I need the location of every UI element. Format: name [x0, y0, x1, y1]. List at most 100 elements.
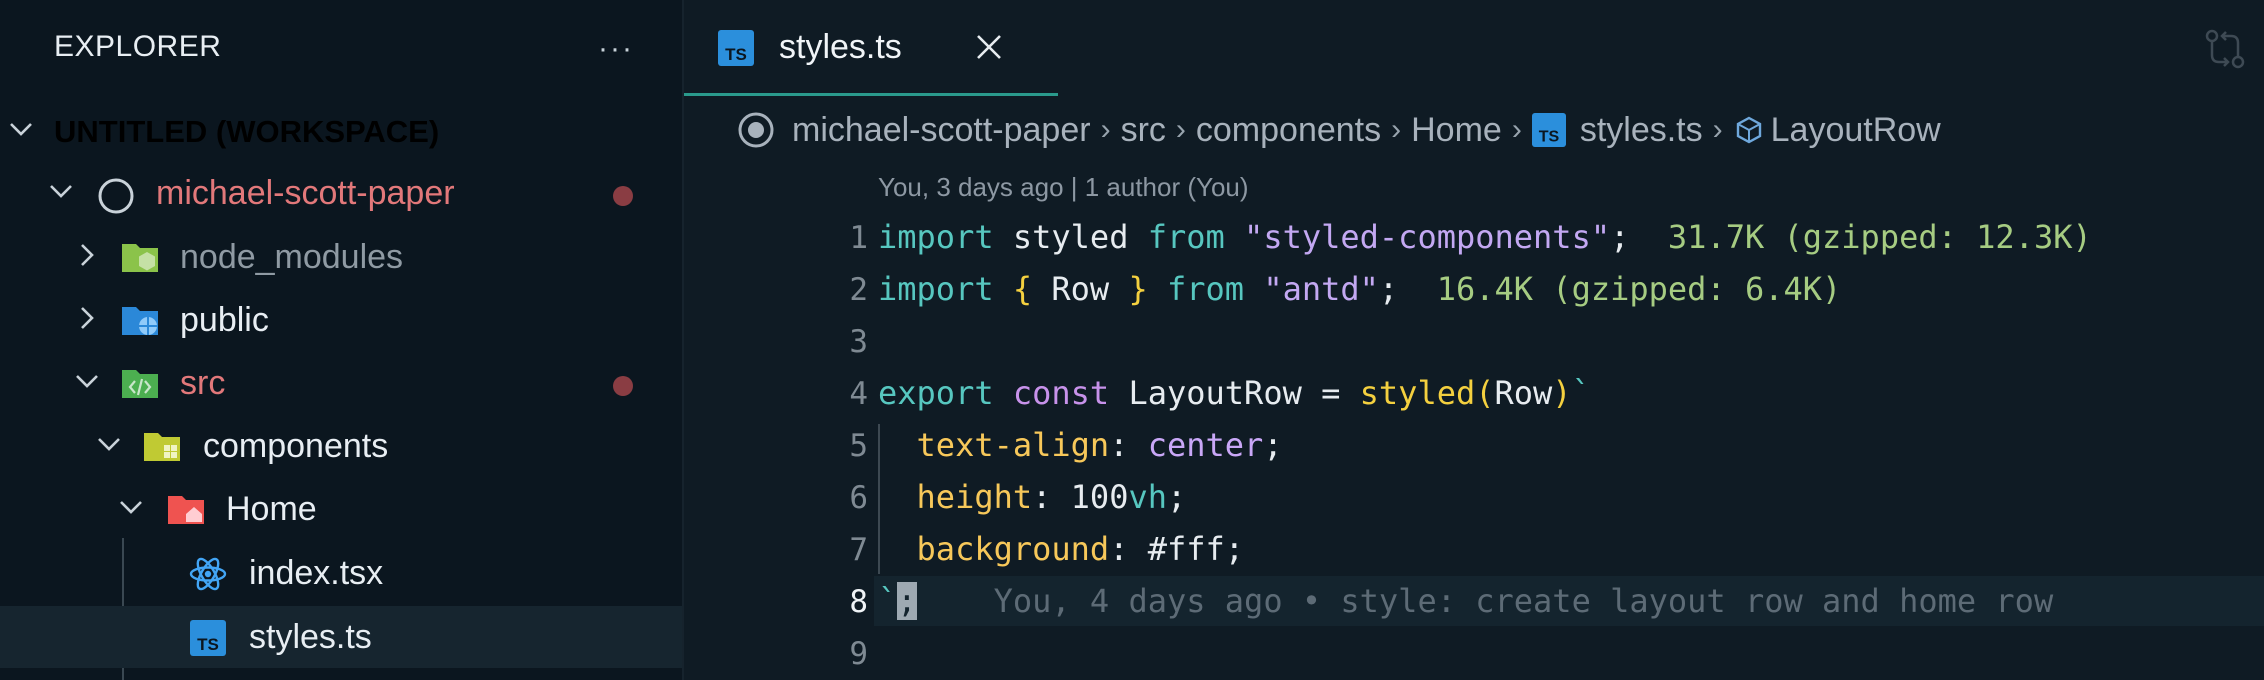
code-token: from: [1166, 270, 1245, 308]
tree-label: components: [203, 427, 389, 465]
tree-item-src[interactable]: src: [0, 352, 682, 414]
folder-components-icon: [142, 427, 182, 465]
breadcrumb-item[interactable]: styles.ts: [1580, 111, 1703, 150]
line-number: 9: [849, 636, 868, 672]
explorer-panel: EXPLORER ··· UNTITLED (WORKSPACE) michae…: [0, 0, 684, 680]
code-token: :: [1109, 426, 1148, 464]
more-actions-icon[interactable]: ···: [598, 32, 634, 66]
breadcrumb-item[interactable]: LayoutRow: [1771, 111, 1941, 150]
line-number: 7: [849, 532, 868, 568]
code-token: #fff: [1147, 530, 1225, 568]
code-token: ;: [1610, 218, 1630, 256]
line-number: 2: [849, 272, 868, 308]
compare-changes-icon[interactable]: [2202, 26, 2248, 72]
code-line-7[interactable]: background: #fff;: [878, 530, 1245, 568]
code-token: {: [1012, 270, 1033, 308]
modified-dot: [613, 376, 633, 396]
chevron-down-icon: [116, 492, 146, 522]
code-token: :: [1109, 530, 1148, 568]
breadcrumb-item[interactable]: michael-scott-paper: [792, 111, 1091, 150]
git-blame-annotation: You, 4 days ago • style: create layout r…: [993, 582, 2054, 620]
folder-home-icon: [166, 490, 206, 528]
code-token: `: [1571, 374, 1591, 412]
tree-item-workspace[interactable]: UNTITLED (WORKSPACE): [0, 100, 682, 162]
explorer-title: EXPLORER: [54, 30, 222, 63]
code-line-6[interactable]: height: 100vh;: [878, 478, 1187, 516]
chevron-right-icon: ›: [1175, 113, 1186, 146]
line-number: 8: [849, 584, 868, 620]
breadcrumb-item[interactable]: Home: [1411, 111, 1502, 150]
tree-item-components[interactable]: components: [0, 415, 682, 477]
symbol-variable-icon: [1733, 114, 1765, 146]
line-number: 6: [849, 480, 868, 516]
svg-text:TS: TS: [725, 45, 747, 64]
tree-item-styles-ts[interactable]: TS styles.ts: [0, 606, 682, 668]
tree-item-home[interactable]: Home: [0, 478, 682, 540]
tab-bar: TS styles.ts: [684, 0, 2264, 98]
repo-circle-icon: [96, 176, 136, 214]
chevron-right-icon: [72, 303, 102, 333]
code-token: (: [1475, 374, 1495, 412]
code-token: from: [1147, 218, 1225, 256]
code-token: vh: [1128, 478, 1167, 516]
code-line-8[interactable]: `; You, 4 days ago • style: create layou…: [878, 582, 2053, 620]
code-line-2[interactable]: import { Row } from "antd"; 16.4K (gzipp…: [878, 270, 1841, 308]
code-token: ;: [1378, 270, 1399, 308]
chevron-right-icon: ›: [1391, 113, 1402, 146]
code-token: background: [916, 530, 1110, 568]
folder-public-icon: [120, 301, 160, 339]
code-line-4[interactable]: export const LayoutRow = styled(Row)`: [878, 374, 1591, 412]
code-token: :: [1032, 478, 1071, 516]
breadcrumb-item[interactable]: src: [1121, 111, 1166, 150]
code-token: export: [878, 374, 994, 412]
line-number: 4: [849, 376, 868, 412]
chevron-right-icon: ›: [1100, 113, 1111, 146]
code-token: }: [1128, 270, 1148, 308]
tab-styles-ts[interactable]: TS styles.ts: [684, 0, 1058, 96]
code-token: ): [1552, 374, 1572, 412]
line-number: 3: [849, 324, 868, 360]
code-token: `: [878, 582, 898, 620]
tree-label: styles.ts: [249, 618, 372, 656]
tree-item-index-tsx[interactable]: index.tsx: [0, 542, 682, 604]
tree-label: index.tsx: [249, 554, 384, 592]
tree-label: michael-scott-paper: [156, 174, 455, 212]
close-icon[interactable]: [972, 30, 1006, 64]
svg-text:TS: TS: [197, 635, 219, 654]
code-token: styled: [1359, 374, 1476, 412]
code-line-1[interactable]: import styled from "styled-components"; …: [878, 218, 2092, 256]
tree-label: Home: [226, 490, 317, 528]
code-token: LayoutRow =: [1109, 374, 1360, 412]
code-token: "antd": [1263, 270, 1379, 308]
breadcrumb-item[interactable]: components: [1196, 111, 1381, 150]
chevron-right-icon: [72, 240, 102, 270]
editor-area: TS styles.ts michael-scott-paper › src ›…: [684, 0, 2264, 680]
typescript-file-icon: TS: [718, 30, 754, 66]
code-token: center: [1147, 426, 1264, 464]
import-cost-hint: 16.4K (gzipped: 6.4K): [1436, 270, 1842, 308]
chevron-down-icon: [72, 366, 102, 396]
folder-node-icon: [120, 238, 160, 276]
repo-circle-icon: [736, 110, 776, 150]
text-cursor: ;: [897, 582, 917, 620]
chevron-down-icon: [6, 114, 36, 144]
line-number: 1: [849, 220, 868, 256]
code-line-5[interactable]: text-align: center;: [878, 426, 1283, 464]
import-cost-hint: 31.7K (gzipped: 12.3K): [1667, 218, 2092, 256]
codelens-authors[interactable]: You, 3 days ago | 1 author (You): [878, 172, 1249, 203]
line-number: 5: [849, 428, 868, 464]
code-token: ;: [1166, 478, 1187, 516]
tree-label: node_modules: [180, 238, 404, 276]
react-icon: [188, 554, 228, 592]
svg-text:TS: TS: [1539, 127, 1560, 145]
code-token: const: [1012, 374, 1110, 412]
typescript-file-icon: TS: [190, 620, 230, 658]
tree-item-michael-scott-paper[interactable]: michael-scott-paper: [0, 162, 682, 224]
modified-dot: [613, 186, 633, 206]
tree-item-public[interactable]: public: [0, 289, 682, 351]
code-token: text-align: [916, 426, 1110, 464]
folder-src-icon: [120, 364, 160, 402]
tab-label: styles.ts: [779, 28, 902, 66]
tree-item-node-modules[interactable]: node_modules: [0, 226, 682, 288]
tree-label: public: [180, 301, 269, 339]
